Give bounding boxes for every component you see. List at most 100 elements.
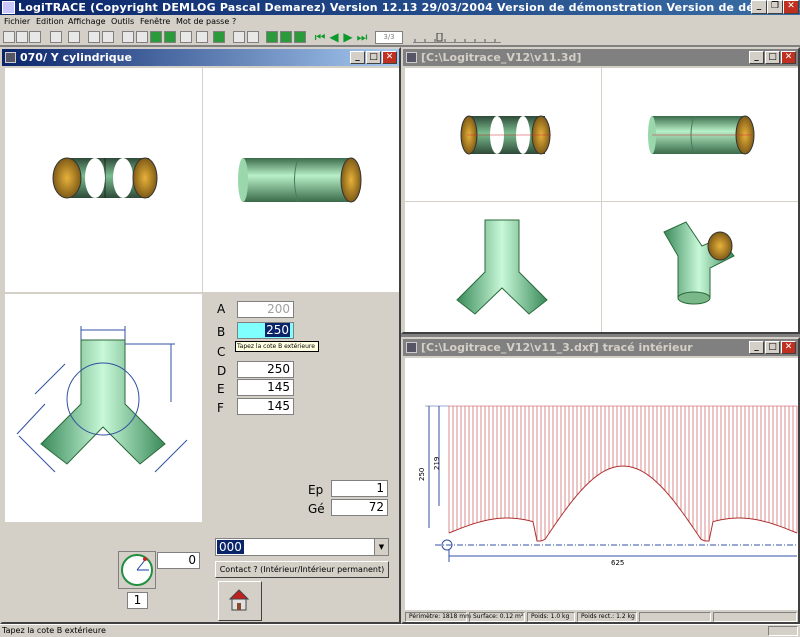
field-b-input[interactable]: 250 xyxy=(237,322,294,339)
view-side[interactable] xyxy=(203,68,399,292)
status-cell xyxy=(713,612,797,622)
dim-625-label: 625 xyxy=(611,559,624,567)
maximize-icon[interactable]: □ xyxy=(366,51,381,64)
view-plan[interactable] xyxy=(5,294,202,522)
view-3d-side[interactable] xyxy=(602,68,798,201)
tree-icon[interactable] xyxy=(294,31,306,43)
cylinder-side-drawing xyxy=(238,157,362,203)
statusbar: Tapez la cote B extérieure xyxy=(0,624,800,637)
restore-icon[interactable]: ❐ xyxy=(767,0,783,14)
view-front[interactable] xyxy=(5,68,202,292)
dim-219-label: 219 xyxy=(433,457,441,470)
dial-icon xyxy=(121,554,153,586)
field-d-label: D xyxy=(217,364,227,378)
shape-icon[interactable] xyxy=(164,31,176,43)
maximize-icon[interactable]: □ xyxy=(765,341,780,354)
first-icon[interactable]: ⏮ xyxy=(314,31,326,43)
field-a-input[interactable]: 200 xyxy=(237,301,294,318)
angle-dial[interactable] xyxy=(118,551,156,589)
open-icon[interactable] xyxy=(16,31,28,43)
menu-outils[interactable]: Outils xyxy=(111,15,134,29)
dxf-canvas[interactable]: 250 219 625 xyxy=(405,358,798,610)
view-3d-iso[interactable] xyxy=(602,202,798,332)
window-icon xyxy=(406,52,417,63)
angle-input[interactable]: 0 xyxy=(157,552,200,569)
app-icon xyxy=(2,1,15,14)
material-select-value: 000 xyxy=(217,540,244,554)
new-icon[interactable] xyxy=(3,31,15,43)
chevron-down-icon[interactable]: ▼ xyxy=(374,539,388,555)
minimize-icon[interactable]: _ xyxy=(749,51,764,64)
field-f-input[interactable]: 145 xyxy=(237,398,294,415)
field-c-label: C xyxy=(217,345,226,359)
window-caption: [C:\Logitrace_V12\v11.3d] _ □ ✕ xyxy=(403,49,798,66)
menu-fichier[interactable]: Fichier xyxy=(4,15,30,29)
settings-icon[interactable] xyxy=(196,31,208,43)
house-icon xyxy=(228,589,250,611)
close-icon[interactable]: ✕ xyxy=(783,0,799,14)
menu-affichage[interactable]: Affichage xyxy=(68,15,106,29)
layers-icon[interactable] xyxy=(180,31,192,43)
tool-icon[interactable] xyxy=(233,31,245,43)
window-caption: 070/ Y cylindrique _ □ ✕ xyxy=(2,49,399,66)
window-icon[interactable] xyxy=(136,31,148,43)
y-3d-iso-drawing xyxy=(663,221,735,305)
prev-icon[interactable]: ◀ xyxy=(328,31,340,43)
copy-icon[interactable] xyxy=(68,31,80,43)
tool-icon[interactable] xyxy=(102,31,114,43)
cylinder-3d-drawing xyxy=(460,115,551,155)
window-icon xyxy=(406,342,417,353)
close-icon[interactable]: ✕ xyxy=(382,51,397,64)
tree-icon[interactable] xyxy=(280,31,292,43)
tool-icon[interactable] xyxy=(88,31,100,43)
development-drawing: 250 219 625 xyxy=(418,405,798,567)
close-icon[interactable]: ✕ xyxy=(781,51,796,64)
ep-label: Ep xyxy=(308,483,324,497)
tree-icon[interactable] xyxy=(266,31,278,43)
tool-icon[interactable] xyxy=(247,31,259,43)
window-y-cylindrique: 070/ Y cylindrique _ □ ✕ A 200 B 250 C D… xyxy=(0,47,401,624)
view-3d-plan[interactable] xyxy=(405,202,601,332)
y-pipe-drawing xyxy=(16,326,188,473)
menu-bar: Fichier Edition Affichage Outils Fenêtre… xyxy=(0,15,800,29)
y-3d-drawing xyxy=(456,219,548,315)
tooltip: Tapez la cote B extérieure xyxy=(235,341,319,352)
window-icon[interactable] xyxy=(122,31,134,43)
status-cell xyxy=(639,612,711,622)
counter-input[interactable]: 1 xyxy=(127,592,148,609)
perimeter-status: Périmètre: 1818 mm xyxy=(405,612,471,622)
zoom-slider[interactable] xyxy=(413,32,501,43)
menu-fenetre[interactable]: Fenêtre xyxy=(140,15,170,29)
menu-mot-de-passe[interactable]: Mot de passe xyxy=(176,15,229,29)
field-b-label: B xyxy=(217,325,226,339)
print-icon[interactable] xyxy=(50,31,62,43)
field-e-input[interactable]: 145 xyxy=(237,379,294,396)
cylinder-3d-side-drawing xyxy=(648,115,755,155)
shape-icon[interactable] xyxy=(150,31,162,43)
view-3d-front[interactable] xyxy=(405,68,601,201)
ge-label: Gé xyxy=(308,502,325,516)
ge-input[interactable]: 72 xyxy=(331,499,388,516)
close-icon[interactable]: ✕ xyxy=(781,341,796,354)
material-select[interactable]: 000 ▼ xyxy=(215,538,389,556)
maximize-icon[interactable]: □ xyxy=(765,51,780,64)
contact-button[interactable]: Contact ? (Intérieur/Intérieur permanent… xyxy=(215,561,389,578)
window-dxf: [C:\Logitrace_V12\v11_3.dxf] tracé intér… xyxy=(401,337,800,624)
menu-edition[interactable]: Edition xyxy=(36,15,64,29)
toolbar: ⏮ ◀ ▶ ⏭ 3/3 xyxy=(0,29,800,46)
surface-status: Surface: 0.12 m² xyxy=(469,612,525,622)
field-d-input[interactable]: 250 xyxy=(237,361,294,378)
menu-help[interactable]: ? xyxy=(232,15,236,29)
status-cell xyxy=(768,626,798,636)
next-icon[interactable]: ▶ xyxy=(342,31,354,43)
minimize-icon[interactable]: _ xyxy=(350,51,365,64)
minimize-icon[interactable]: _ xyxy=(751,0,767,14)
last-icon[interactable]: ⏭ xyxy=(356,31,368,43)
ep-input[interactable]: 1 xyxy=(331,480,388,497)
field-e-label: E xyxy=(217,382,225,396)
status-text: Tapez la cote B extérieure xyxy=(2,626,106,635)
minimize-icon[interactable]: _ xyxy=(749,341,764,354)
export-button[interactable] xyxy=(218,581,262,621)
refresh-icon[interactable] xyxy=(213,31,225,43)
save-icon[interactable] xyxy=(29,31,41,43)
